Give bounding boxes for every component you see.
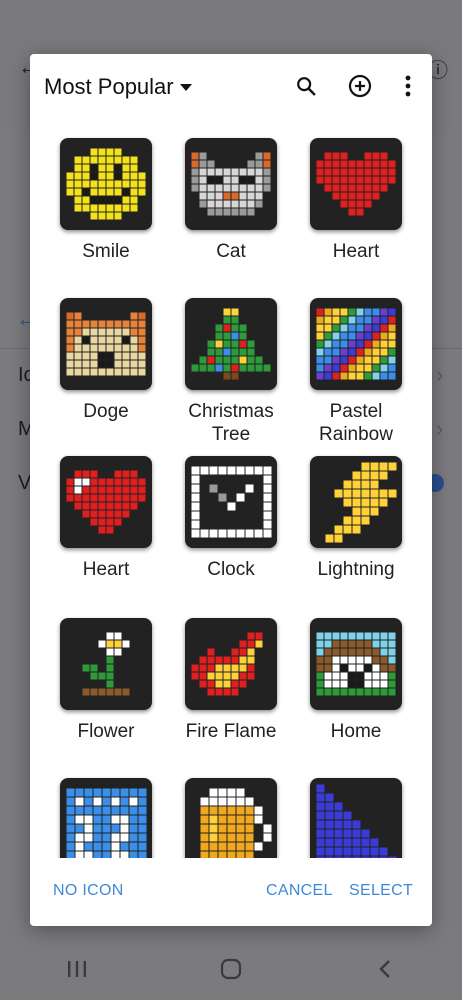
- no-icon-button[interactable]: NO ICON: [53, 882, 124, 900]
- cancel-button[interactable]: CANCEL: [266, 882, 333, 900]
- search-icon: [297, 77, 316, 96]
- icon-tile-label: Flower: [77, 721, 135, 742]
- icon-tile[interactable]: Pastel Rainbow: [294, 298, 418, 446]
- icon-tile-label: Heart: [332, 241, 380, 262]
- flower-pixel-icon: [82, 632, 130, 696]
- icon-tile[interactable]: Doge: [44, 298, 168, 423]
- icon-tile[interactable]: Smile: [44, 138, 168, 263]
- icon-tile[interactable]: Clock: [169, 456, 293, 581]
- icon-tile-label: Doge: [83, 401, 129, 422]
- icon-preview: [60, 138, 152, 230]
- icon-tile-label: Smile: [82, 241, 130, 262]
- icon-tile-label: Clock: [207, 559, 255, 580]
- icon-preview: [310, 618, 402, 710]
- select-button[interactable]: SELECT: [349, 882, 413, 900]
- icon-tile-label: Cat: [216, 241, 246, 262]
- icon-preview: [310, 778, 402, 858]
- chevron-right-icon: ›: [436, 362, 444, 387]
- icon-tile-label: Fire Flame: [185, 721, 277, 742]
- cat-pixel-icon: [191, 152, 271, 216]
- icon-tile[interactable]: [294, 778, 418, 858]
- system-nav-bar: [0, 938, 462, 1000]
- icon-picker-dialog: Most Popular Smile Cat Heart Doge Christmas …: [30, 54, 432, 926]
- icon-grid: Smile Cat Heart Doge Christmas Tree Pastel Ra…: [30, 118, 432, 858]
- triangle-pixel-icon: [316, 784, 396, 858]
- back-nav-button[interactable]: [355, 949, 415, 989]
- search-button[interactable]: [292, 72, 320, 100]
- icon-preview: [185, 456, 277, 548]
- category-title: Most Popular: [44, 74, 174, 99]
- icon-tile[interactable]: Heart: [44, 456, 168, 581]
- add-button[interactable]: [346, 72, 374, 100]
- more-options-button[interactable]: [394, 72, 422, 100]
- dialog-footer: NO ICON CANCEL SELECT: [30, 860, 432, 926]
- more-vert-icon: [405, 75, 411, 97]
- icon-preview: [185, 778, 277, 858]
- dropdown-caret-icon: [179, 83, 192, 91]
- home-nav-button[interactable]: [201, 949, 261, 989]
- dialog-header: Most Popular: [30, 54, 432, 118]
- icon-tile[interactable]: Heart: [294, 138, 418, 263]
- icon-preview: [60, 456, 152, 548]
- beer-pixel-icon: [200, 788, 271, 858]
- icon-tile-label: Heart: [82, 559, 130, 580]
- icon-preview: [310, 138, 402, 230]
- icon-tile[interactable]: [169, 778, 293, 858]
- icon-tile[interactable]: Fire Flame: [169, 618, 293, 743]
- icon-preview: [185, 618, 277, 710]
- icon-preview: [310, 298, 402, 390]
- icon-tile-label: Christmas Tree: [188, 401, 274, 445]
- doge-pixel-icon: [66, 312, 146, 376]
- icon-preview: [60, 618, 152, 710]
- chevron-right-icon: ›: [436, 416, 444, 441]
- icon-preview: [185, 298, 277, 390]
- add-circle-icon: [348, 74, 372, 98]
- icon-tile[interactable]: Lightning: [294, 456, 418, 581]
- icon-preview: [310, 456, 402, 548]
- icon-tile-label: Pastel Rainbow: [319, 401, 393, 445]
- heart-pixel-icon: [66, 470, 146, 534]
- icon-preview: [60, 778, 152, 858]
- icon-tile-label: Lightning: [317, 559, 395, 580]
- icon-tile[interactable]: Home: [294, 618, 418, 743]
- recent-apps-button[interactable]: [47, 949, 107, 989]
- red-heart-pixel-icon: [316, 152, 396, 216]
- icon-tile[interactable]: Christmas Tree: [169, 298, 293, 446]
- icon-tile[interactable]: [44, 778, 168, 858]
- back-nav-icon: [379, 960, 390, 978]
- fire-flame-pixel-icon: [191, 632, 263, 696]
- icon-tile-label: Home: [330, 721, 382, 742]
- christmas-tree-pixel-icon: [191, 308, 271, 380]
- icon-tile[interactable]: Cat: [169, 138, 293, 263]
- clock-pixel-icon: [191, 466, 271, 538]
- pastel-rainbow-pixel-icon: [316, 308, 396, 380]
- calendar-pixel-icon: [66, 788, 146, 858]
- lightning-pixel-icon: [325, 462, 396, 542]
- icon-preview: [185, 138, 277, 230]
- category-dropdown[interactable]: Most Popular: [44, 74, 192, 100]
- home-pixel-icon: [316, 632, 396, 696]
- home-nav-icon: [220, 958, 242, 980]
- recent-apps-icon: [68, 961, 86, 977]
- smile-pixel-icon: [66, 148, 146, 220]
- icon-tile[interactable]: Flower: [44, 618, 168, 743]
- icon-preview: [60, 298, 152, 390]
